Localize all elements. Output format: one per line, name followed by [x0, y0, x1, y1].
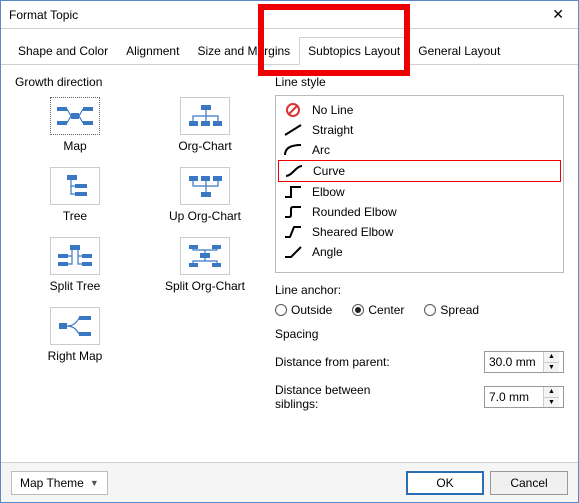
ok-label: OK: [436, 476, 453, 490]
linestyle-roundedelbow[interactable]: Rounded Elbow: [278, 202, 561, 222]
noline-icon: [282, 102, 304, 118]
straight-icon: [282, 122, 304, 138]
growth-map-label: Map: [63, 139, 86, 153]
anchor-option-label: Outside: [291, 303, 332, 317]
distance-siblings-row: Distance between siblings: ▲ ▼: [275, 383, 564, 411]
tab-size-margins[interactable]: Size and Margins: [188, 37, 299, 64]
spacing-label: Spacing: [275, 327, 318, 341]
linestyle-angle[interactable]: Angle: [278, 242, 561, 262]
growth-direction-label: Growth direction: [15, 75, 265, 89]
distance-parent-row: Distance from parent: ▲ ▼: [275, 351, 564, 373]
tab-bar: Shape and Color Alignment Size and Margi…: [1, 29, 578, 65]
rightmap-icon: [50, 307, 100, 345]
growth-splittree-label: Split Tree: [50, 279, 101, 293]
map-icon: [50, 97, 100, 135]
ok-button[interactable]: OK: [406, 471, 484, 495]
growth-tree[interactable]: Tree: [15, 167, 135, 223]
line-anchor-label: Line anchor:: [275, 283, 341, 297]
growth-splitorgchart[interactable]: Split Org-Chart: [145, 237, 265, 293]
distance-siblings-spinner: ▲ ▼: [484, 386, 564, 408]
growth-direction-group: Growth direction Map Org-Chart: [15, 75, 265, 411]
spin-up-icon[interactable]: ▲: [544, 352, 559, 362]
splitorgchart-icon: [180, 237, 230, 275]
map-theme-button[interactable]: Map Theme ▼: [11, 471, 108, 495]
growth-orgchart[interactable]: Org-Chart: [145, 97, 265, 153]
linestyle-straight[interactable]: Straight: [278, 120, 561, 140]
orgchart-icon: [180, 97, 230, 135]
linestyle-item-label: Angle: [312, 245, 343, 259]
dialog-footer: Map Theme ▼ OK Cancel: [1, 462, 578, 502]
linestyle-item-label: Straight: [312, 123, 353, 137]
roundedelbow-icon: [282, 204, 304, 220]
linestyle-arc[interactable]: Arc: [278, 140, 561, 160]
curve-icon: [283, 163, 305, 179]
distance-siblings-input[interactable]: [485, 387, 543, 407]
anchor-option-label: Spread: [440, 303, 479, 317]
map-theme-label: Map Theme: [20, 476, 84, 490]
titlebar: Format Topic ✕: [1, 1, 578, 29]
tree-icon: [50, 167, 100, 205]
angle-icon: [282, 244, 304, 260]
growth-map[interactable]: Map: [15, 97, 135, 153]
cancel-label: Cancel: [510, 476, 547, 490]
distance-siblings-label: Distance between siblings:: [275, 383, 415, 411]
growth-rightmap[interactable]: Right Map: [15, 307, 135, 363]
tab-alignment[interactable]: Alignment: [117, 37, 188, 64]
linestyle-item-label: Rounded Elbow: [312, 205, 397, 219]
spin-down-icon[interactable]: ▼: [544, 362, 559, 373]
linestyle-item-label: Arc: [312, 143, 330, 157]
anchor-option-label: Center: [368, 303, 404, 317]
growth-splitorgchart-label: Split Org-Chart: [165, 279, 245, 293]
line-anchor-row: Line anchor:: [275, 283, 564, 297]
growth-orgchart-label: Org-Chart: [178, 139, 231, 153]
linestyle-list: No Line Straight Arc Curve Elbow: [275, 95, 564, 273]
spinner-buttons: ▲ ▼: [543, 387, 559, 407]
dialog-window: Format Topic ✕ Shape and Color Alignment…: [0, 0, 579, 503]
shearedelbow-icon: [282, 224, 304, 240]
spin-down-icon[interactable]: ▼: [544, 397, 559, 408]
radio-icon: [352, 304, 364, 316]
distance-parent-input[interactable]: [485, 352, 543, 372]
spacing-label-row: Spacing: [275, 327, 564, 341]
spinner-buttons: ▲ ▼: [543, 352, 559, 372]
spin-up-icon[interactable]: ▲: [544, 387, 559, 397]
radio-icon: [424, 304, 436, 316]
linestyle-item-label: No Line: [312, 103, 353, 117]
radio-icon: [275, 304, 287, 316]
linestyle-noline[interactable]: No Line: [278, 100, 561, 120]
right-column: Line style No Line Straight Arc Curve: [275, 75, 564, 411]
elbow-icon: [282, 184, 304, 200]
growth-uporgchart[interactable]: Up Org-Chart: [145, 167, 265, 223]
uporgchart-icon: [180, 167, 230, 205]
distance-parent-spinner: ▲ ▼: [484, 351, 564, 373]
tab-general-layout[interactable]: General Layout: [409, 37, 509, 64]
anchor-options: Outside Center Spread: [275, 303, 564, 317]
growth-splittree[interactable]: Split Tree: [15, 237, 135, 293]
content-area: Growth direction Map Org-Chart: [1, 65, 578, 421]
linestyle-item-label: Elbow: [312, 185, 345, 199]
splittree-icon: [50, 237, 100, 275]
linestyle-curve[interactable]: Curve: [278, 160, 561, 182]
distance-parent-label: Distance from parent:: [275, 355, 390, 369]
chevron-down-icon: ▼: [90, 478, 99, 488]
growth-tree-label: Tree: [63, 209, 87, 223]
anchor-spread[interactable]: Spread: [424, 303, 479, 317]
growth-uporgchart-label: Up Org-Chart: [169, 209, 241, 223]
linestyle-label: Line style: [275, 75, 564, 89]
cancel-button[interactable]: Cancel: [490, 471, 568, 495]
tab-subtopics-layout[interactable]: Subtopics Layout: [299, 37, 409, 65]
linestyle-shearedelbow[interactable]: Sheared Elbow: [278, 222, 561, 242]
growth-grid: Map Org-Chart Tree: [15, 97, 265, 363]
linestyle-item-label: Sheared Elbow: [312, 225, 393, 239]
tab-shape-color[interactable]: Shape and Color: [9, 37, 117, 64]
anchor-outside[interactable]: Outside: [275, 303, 332, 317]
close-icon[interactable]: ✕: [546, 4, 570, 25]
linestyle-elbow[interactable]: Elbow: [278, 182, 561, 202]
growth-rightmap-label: Right Map: [48, 349, 103, 363]
arc-icon: [282, 142, 304, 158]
window-title: Format Topic: [9, 8, 78, 22]
linestyle-item-label: Curve: [313, 164, 345, 178]
anchor-center[interactable]: Center: [352, 303, 404, 317]
